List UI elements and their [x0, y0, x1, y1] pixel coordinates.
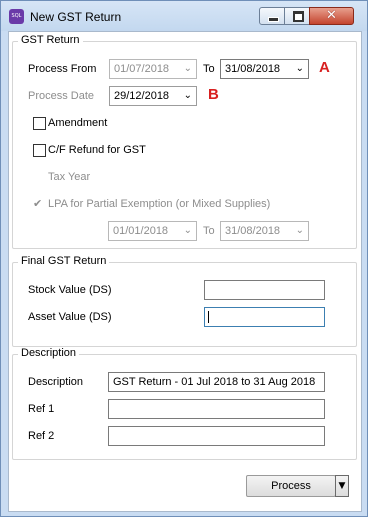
lpa-checkmark-icon: ✔ — [33, 197, 43, 210]
tax-year-label: Tax Year — [48, 171, 91, 183]
process-to-label: To — [203, 63, 215, 75]
process-to-combo[interactable]: 31/08/2018 ⌄ — [220, 59, 309, 79]
close-icon: ✕ — [326, 8, 337, 23]
minimize-button[interactable] — [259, 7, 285, 25]
final-gst-return-group-title: Final GST Return — [18, 255, 110, 267]
stock-value-label: Stock Value (DS) — [28, 284, 112, 296]
process-from-combo: 01/07/2018 ⌄ — [109, 59, 197, 79]
final-gst-return-group: Final GST Return — [12, 255, 357, 347]
asset-value-label: Asset Value (DS) — [28, 311, 112, 323]
chevron-down-icon[interactable]: ⌄ — [296, 63, 304, 74]
maximize-icon — [293, 11, 304, 22]
dialog-client-area: GST Return Process From 01/07/2018 ⌄ To … — [8, 31, 362, 512]
process-button[interactable]: Process — [246, 475, 336, 497]
cf-refund-checkbox[interactable] — [33, 144, 46, 157]
ref1-input[interactable] — [108, 399, 325, 419]
cf-refund-label[interactable]: C/F Refund for GST — [48, 144, 146, 156]
lpa-to-combo: 31/08/2018 ⌄ — [220, 221, 309, 241]
text-caret — [208, 311, 209, 323]
asset-value-input[interactable] — [204, 307, 325, 327]
chevron-down-icon[interactable]: ⌄ — [184, 90, 192, 101]
close-button[interactable]: ✕ — [309, 7, 354, 25]
lpa-from-value: 01/01/2018 — [113, 225, 169, 237]
process-dropdown-button[interactable]: ▼ — [335, 475, 349, 497]
description-input[interactable]: GST Return - 01 Jul 2018 to 31 Aug 2018 — [108, 372, 325, 392]
lpa-to-value: 31/08/2018 — [225, 225, 281, 237]
amendment-label[interactable]: Amendment — [48, 117, 107, 129]
description-label: Description — [28, 376, 84, 388]
gst-return-group-title: GST Return — [18, 34, 83, 46]
annotation-marker-a: A — [319, 59, 330, 76]
process-date-combo[interactable]: 29/12/2018 ⌄ — [109, 86, 197, 106]
process-from-label: Process From — [28, 63, 97, 75]
title-bar[interactable]: SQL New GST Return ✕ — [1, 1, 367, 31]
process-date-label: Process Date — [28, 90, 95, 102]
minimize-icon — [268, 17, 279, 22]
dropdown-arrow-icon: ▼ — [338, 481, 346, 491]
dialog-window: SQL New GST Return ✕ GST Return Process … — [0, 0, 368, 517]
annotation-marker-b: B — [208, 86, 219, 103]
maximize-button[interactable] — [284, 7, 310, 25]
ref2-label: Ref 2 — [28, 430, 55, 442]
ref1-label: Ref 1 — [28, 403, 55, 415]
process-to-value: 31/08/2018 — [225, 63, 281, 75]
description-value: GST Return - 01 Jul 2018 to 31 Aug 2018 — [113, 376, 316, 388]
amendment-checkbox[interactable] — [33, 117, 46, 130]
chevron-down-icon: ⌄ — [183, 225, 192, 236]
ref2-input[interactable] — [108, 426, 325, 446]
app-icon: SQL — [9, 9, 24, 24]
lpa-label: LPA for Partial Exemption (or Mixed Supp… — [48, 198, 271, 210]
chevron-down-icon: ⌄ — [295, 225, 304, 236]
description-group-title: Description — [18, 347, 80, 359]
chevron-down-icon: ⌄ — [183, 63, 192, 74]
lpa-from-combo: 01/01/2018 ⌄ — [108, 221, 197, 241]
lpa-to-label: To — [203, 225, 215, 237]
process-date-value: 29/12/2018 — [114, 90, 170, 102]
process-from-value: 01/07/2018 — [114, 63, 170, 75]
stock-value-input[interactable] — [204, 280, 325, 300]
window-title: New GST Return — [30, 10, 122, 24]
